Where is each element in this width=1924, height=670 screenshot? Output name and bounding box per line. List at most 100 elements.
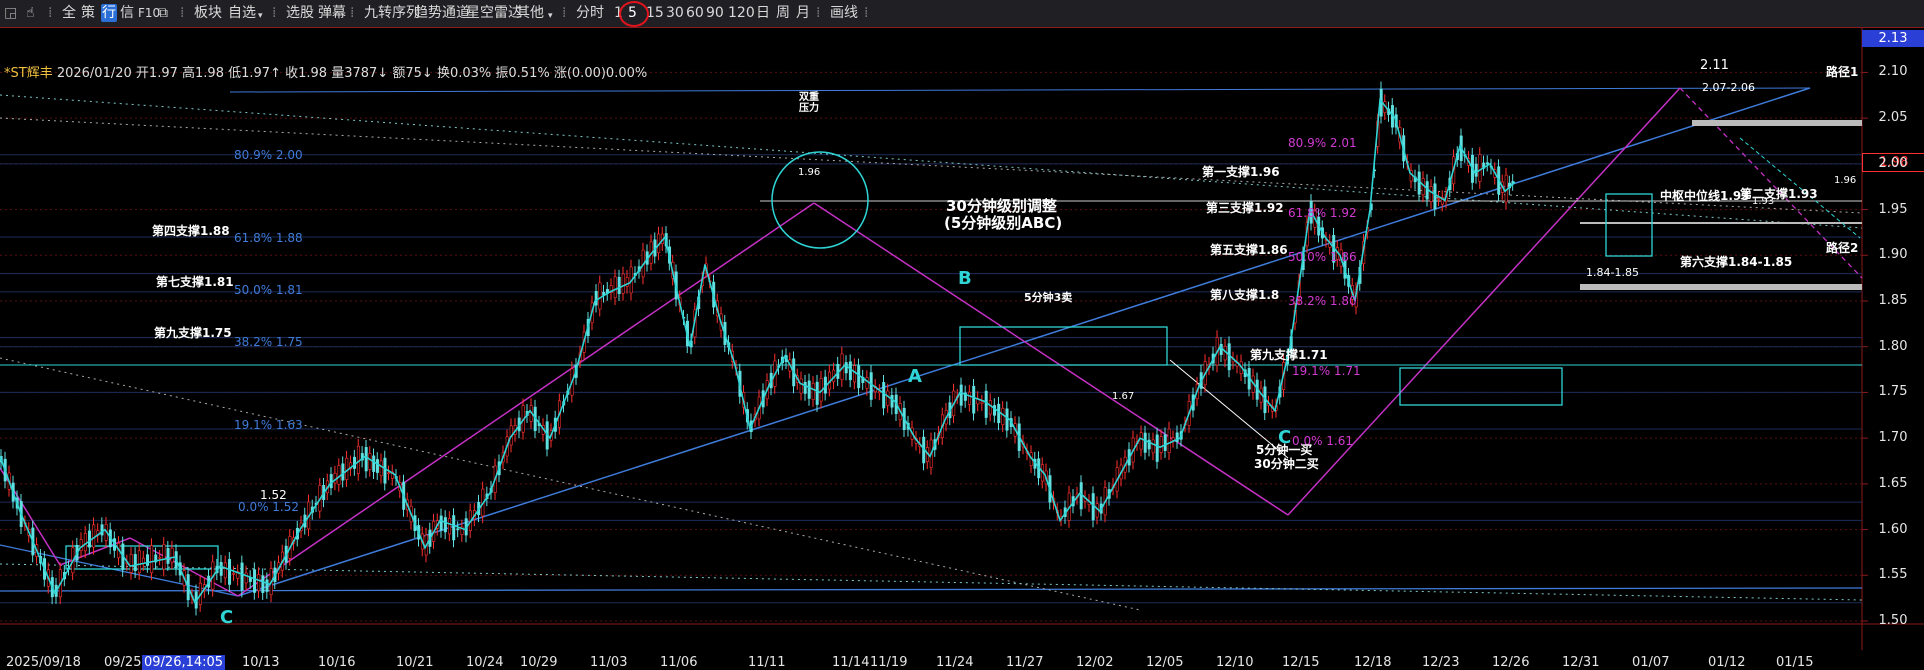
x-tick-label: 12/10: [1216, 655, 1254, 670]
down-arrow-icon: ↓: [421, 66, 433, 81]
quote-close: 收1.98: [285, 66, 328, 81]
y-tick-label: 2.05: [1878, 110, 1908, 126]
candle-body: [368, 453, 372, 470]
quote-low: 低1.97: [228, 66, 271, 81]
y-tick-label: 1.65: [1878, 475, 1908, 491]
magenta-trendline: [237, 202, 815, 597]
period-30min[interactable]: 30: [666, 4, 684, 22]
chevron-down-icon[interactable]: ▾: [258, 7, 263, 25]
support-label: 第九支撑1.75: [154, 326, 232, 340]
menu-stock-picker[interactable]: 选股: [286, 4, 314, 22]
candle-body: [456, 528, 460, 531]
x-tick-label: 11/24: [936, 655, 974, 670]
period-90min[interactable]: 90: [706, 4, 724, 22]
quote-amplitude: 振0.51%: [495, 66, 550, 81]
quote-header: *ST辉丰 2026/01/20 开1.97 高1.98 低1.97↑ 收1.9…: [4, 62, 647, 81]
stock-name[interactable]: *ST辉丰: [4, 66, 53, 81]
candle-body: [146, 554, 150, 566]
menu-info[interactable]: 信: [120, 4, 134, 22]
support-label: 第七支撑1.81: [156, 275, 234, 289]
period-120min[interactable]: 120: [728, 4, 755, 22]
hand-icon[interactable]: ☝: [26, 4, 35, 22]
extrema-label: 1.84-1.85: [1586, 266, 1639, 279]
support-label: 第三支撑1.92: [1206, 201, 1284, 215]
toolbar-separator: ⁞: [272, 5, 277, 21]
candle-body: [988, 400, 992, 415]
candle-body: [83, 532, 87, 552]
menu-sector[interactable]: 板块: [194, 4, 222, 22]
candle-body: [613, 276, 617, 299]
y-tick-label: 1.85: [1878, 293, 1908, 308]
x-tick-label: 09/25: [104, 655, 142, 670]
support-label: 第九支撑1.71: [1250, 348, 1328, 362]
quote-volume: 量3787: [331, 66, 378, 81]
menu-nine-turn[interactable]: 九转序列: [364, 4, 420, 22]
menu-other[interactable]: 其他: [516, 4, 544, 22]
y-tick-label: 2.10: [1878, 64, 1908, 80]
x-tick-label: 12/23: [1422, 655, 1460, 670]
double-top-label: 双重: [799, 92, 819, 103]
candle-body: [353, 456, 357, 469]
menu-danmaku[interactable]: 弹幕: [318, 4, 346, 22]
toolbar-separator: ⁞: [562, 5, 567, 21]
x-tick-label: 01/12: [1708, 655, 1746, 670]
up-arrow-icon: ↑: [270, 66, 281, 81]
extrema-label: 1.96: [798, 167, 821, 178]
candle-body: [364, 447, 368, 472]
period-day[interactable]: 日: [756, 4, 770, 22]
menu-star-radar[interactable]: 星空雷达: [466, 4, 522, 22]
candle-body: [598, 282, 602, 310]
window-icon[interactable]: ⧉: [158, 4, 168, 22]
period-timeshare[interactable]: 分时: [576, 4, 604, 22]
fib-label: 19.1% 1.71: [1292, 364, 1361, 378]
candle-body: [1151, 439, 1155, 454]
x-tick-label: 12/02: [1076, 655, 1114, 670]
toolbar-separator: ⁞: [350, 5, 355, 21]
x-tick-label: 12/05: [1146, 655, 1184, 670]
adjust-title: 30分钟级别调整: [946, 197, 1057, 215]
fib-label: 80.9% 2.01: [1288, 136, 1357, 150]
period-month[interactable]: 月: [796, 4, 810, 22]
candle-body: [1159, 436, 1163, 453]
quote-open: 开1.97: [135, 66, 178, 81]
candle-body: [219, 562, 223, 576]
menu-quote[interactable]: 行: [101, 4, 117, 22]
candle-body: [92, 524, 96, 548]
chevron-down-icon[interactable]: ▾: [548, 7, 553, 25]
candle-body: [1163, 434, 1167, 451]
candle-body: [968, 391, 972, 405]
menu-all[interactable]: 全: [62, 4, 76, 22]
extrema-label: 1.52: [260, 488, 287, 502]
menu-draw[interactable]: 画线: [830, 4, 858, 22]
candle-body: [240, 562, 244, 591]
quote-date: 2026/01/20: [56, 66, 132, 81]
menu-trend-channel[interactable]: 趋势通道: [414, 4, 470, 22]
candle-body: [170, 547, 174, 563]
menu-f10[interactable]: F10: [138, 4, 160, 22]
candle-body: [984, 390, 988, 418]
chart-area[interactable]: *ST辉丰 2026/01/20 开1.97 高1.98 低1.97↑ 收1.9…: [0, 27, 1924, 670]
reference-lines: [0, 87, 1863, 611]
menu-watchlist[interactable]: 自选: [228, 4, 256, 22]
candle-body: [166, 548, 170, 564]
candle-body: [886, 390, 890, 406]
candle-body: [617, 276, 621, 294]
fib-label: 61.8% 1.88: [234, 231, 303, 245]
extrema-label: 1.93: [1752, 196, 1775, 207]
candle-body: [79, 539, 83, 551]
x-tick-label: 01/07: [1632, 655, 1670, 670]
menu-strategy[interactable]: 策: [81, 4, 95, 22]
candle-body: [865, 377, 869, 389]
y-tick-label: 1.60: [1878, 521, 1908, 537]
candle-body: [223, 562, 227, 579]
candle-body: [129, 554, 133, 573]
period-60min[interactable]: 60: [686, 4, 704, 22]
x-tick-label: 11/14: [832, 655, 870, 670]
candle-body: [133, 554, 137, 572]
buy-signal-label: 5分钟一买: [1256, 443, 1313, 457]
quote-turnover: 换0.03%: [436, 66, 492, 81]
candle-body: [621, 273, 625, 294]
support-label: 第六支撑1.84-1.85: [1680, 255, 1793, 269]
candle-body: [88, 530, 92, 548]
period-week[interactable]: 周: [776, 4, 790, 22]
